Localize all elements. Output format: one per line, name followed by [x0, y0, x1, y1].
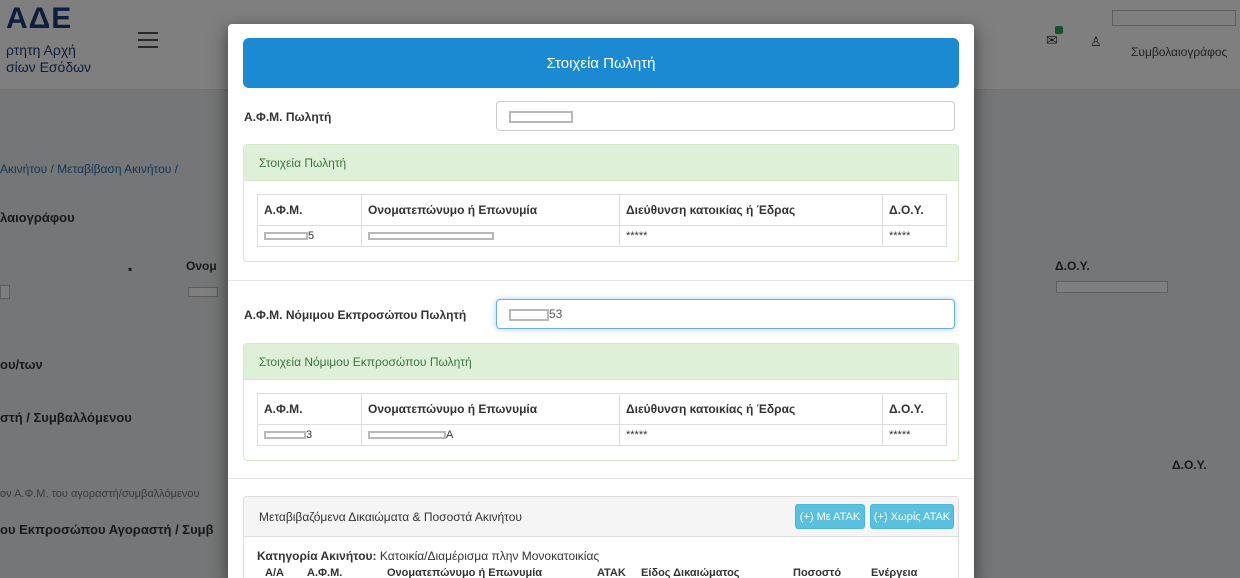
seller-panel: Στοιχεία Πωλητή Α.Φ.Μ. Ονοματεπώνυμο ή Ε… [243, 144, 959, 262]
modal-title: Στοιχεία Πωλητή [243, 38, 959, 88]
add-with-atak-button[interactable]: (+) Με ΑΤΑΚ [795, 504, 865, 529]
divider [228, 478, 974, 479]
rep-afm-label: Α.Φ.Μ. Νόμιμου Εκπροσώπου Πωλητή [244, 308, 467, 322]
add-without-atak-button[interactable]: (+) Χωρίς ΑΤΑΚ [870, 504, 954, 529]
col-aa: Α/Α [265, 567, 284, 578]
col-name: Ονοματεπώνυμο ή Επωνυμία [387, 567, 543, 578]
rep-afm-input[interactable]: 53 [496, 299, 955, 329]
cell-name: Α [361, 424, 620, 446]
cell-afm: 5 [257, 225, 362, 247]
col-action: Ενέργεια [871, 567, 918, 578]
divider [228, 280, 974, 281]
cell-afm: 3 [257, 424, 362, 446]
table-row: 5 ***** ***** [257, 225, 947, 247]
cell-name [361, 225, 620, 247]
col-address: Διεύθυνση κατοικίας ή Έδρας [619, 393, 883, 425]
cell-address: ***** [619, 225, 883, 247]
col-address: Διεύθυνση κατοικίας ή Έδρας [619, 194, 883, 226]
col-afm: Α.Φ.Μ. [257, 393, 362, 425]
rep-panel-title: Στοιχεία Νόμιμου Εκπροσώπου Πωλητή [244, 344, 958, 380]
rights-panel-header: Μεταβιβαζόμενα Δικαιώματα & Ποσοστά Ακιν… [244, 497, 958, 537]
col-right-type: Είδος Δικαιώματος [641, 567, 740, 578]
seller-afm-label: Α.Φ.Μ. Πωλητή [244, 110, 332, 124]
col-afm: Α.Φ.Μ. [257, 194, 362, 226]
col-afm: Α.Φ.Μ. [307, 567, 343, 578]
seller-afm-input[interactable] [496, 101, 955, 131]
col-atak: ΑΤΑΚ [597, 567, 626, 578]
redacted-value [509, 110, 573, 123]
cell-doy: ***** [882, 225, 947, 247]
rep-panel: Στοιχεία Νόμιμου Εκπροσώπου Πωλητή Α.Φ.Μ… [243, 343, 959, 461]
col-doy: Δ.Ο.Υ. [882, 194, 947, 226]
rep-table: Α.Φ.Μ. Ονοματεπώνυμο ή Επωνυμία Διεύθυνσ… [257, 393, 947, 446]
col-name: Ονοματεπώνυμο ή Επωνυμία [361, 194, 620, 226]
rights-panel-title: Μεταβιβαζόμενα Δικαιώματα & Ποσοστά Ακιν… [259, 510, 522, 524]
seller-details-modal: Στοιχεία Πωλητή Α.Φ.Μ. Πωλητή Στοιχεία Π… [228, 24, 974, 578]
seller-table: Α.Φ.Μ. Ονοματεπώνυμο ή Επωνυμία Διεύθυνσ… [257, 194, 947, 247]
col-name: Ονοματεπώνυμο ή Επωνυμία [361, 393, 620, 425]
cell-doy: ***** [882, 424, 947, 446]
table-row: 3 Α ***** ***** [257, 424, 947, 446]
rights-panel: Μεταβιβαζόμενα Δικαιώματα & Ποσοστά Ακιν… [243, 496, 959, 578]
property-category: Κατηγορία Ακινήτου: Κατοικία/Διαμέρισμα … [257, 549, 600, 563]
seller-panel-title: Στοιχεία Πωλητή [244, 145, 958, 181]
cell-address: ***** [619, 424, 883, 446]
col-percent: Ποσοστό [793, 567, 842, 578]
redacted-value [509, 308, 549, 321]
col-doy: Δ.Ο.Υ. [882, 393, 947, 425]
